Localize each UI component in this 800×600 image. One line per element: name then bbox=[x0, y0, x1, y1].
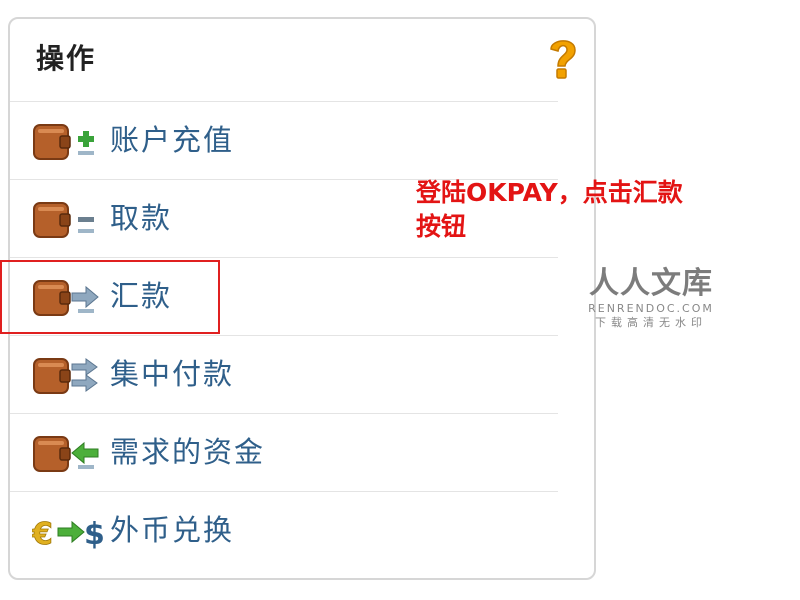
wallet-minus-icon bbox=[32, 200, 102, 240]
menu-item-deposit[interactable]: 账户充值 bbox=[10, 101, 558, 179]
help-question-icon[interactable] bbox=[546, 35, 580, 81]
menu-item-label: 取款 bbox=[110, 201, 173, 235]
instruction-annotation: 登陆OKPAY，点击汇款 按钮 bbox=[416, 176, 716, 244]
highlight-box-transfer bbox=[0, 260, 220, 334]
wallet-plus-icon bbox=[32, 122, 102, 162]
watermark-main: 人人文库 bbox=[589, 266, 713, 301]
annotation-line-2: 按钮 bbox=[416, 212, 467, 241]
menu-item-mass-payment[interactable]: 集中付款 bbox=[10, 335, 558, 413]
svg-text:€: € bbox=[32, 517, 53, 552]
menu-item-label: 外币兑换 bbox=[110, 513, 235, 547]
menu-item-label: 集中付款 bbox=[110, 357, 235, 391]
currency-exchange-icon: € $ bbox=[31, 512, 105, 553]
menu-item-request-funds[interactable]: 需求的资金 bbox=[10, 413, 558, 491]
panel-title: 操作 bbox=[36, 42, 97, 75]
wallet-request-icon bbox=[32, 434, 102, 474]
watermark: 人人文库 RENRENDOC.COM 下载高清无水印 bbox=[586, 266, 716, 330]
menu-item-currency-exchange[interactable]: € $ 外币兑换 bbox=[10, 491, 558, 569]
watermark-sub: 下载高清无水印 bbox=[595, 316, 707, 329]
wallet-mass-pay-icon bbox=[32, 356, 102, 396]
panel-header: 操作 bbox=[10, 19, 594, 101]
menu-item-label: 账户充值 bbox=[110, 123, 235, 157]
watermark-domain: RENRENDOC.COM bbox=[588, 302, 714, 315]
annotation-line-1: 登陆OKPAY，点击汇款 bbox=[416, 178, 683, 207]
svg-text:$: $ bbox=[84, 517, 105, 552]
slide-canvas: 操作 账户充值 取款 汇款 集中付款 需求的资金 € $ 外币兑换 登陆OKPA… bbox=[0, 0, 800, 600]
menu-item-label: 需求的资金 bbox=[110, 435, 266, 469]
